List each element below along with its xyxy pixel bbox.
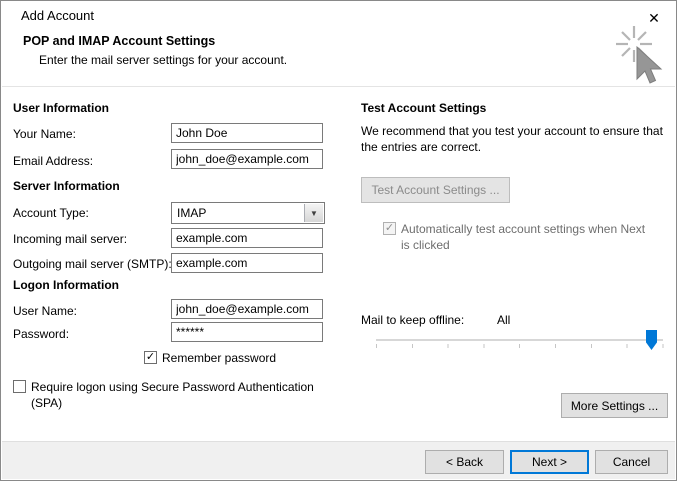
email-address-label: Email Address:: [13, 154, 94, 168]
page-subtitle: Enter the mail server settings for your …: [39, 53, 288, 67]
page-title: POP and IMAP Account Settings: [23, 34, 216, 48]
back-button-label: < Back: [445, 455, 484, 469]
window-title: Add Account: [21, 8, 94, 23]
section-test-account-settings: Test Account Settings: [361, 101, 487, 115]
spa-label: Require logon using Secure Password Auth…: [31, 380, 314, 410]
password-field[interactable]: [171, 322, 323, 342]
chevron-down-icon[interactable]: ▼: [304, 204, 323, 222]
next-button[interactable]: Next >: [510, 450, 589, 474]
test-account-settings-button-label: Test Account Settings ...: [371, 183, 500, 197]
user-name-label: User Name:: [13, 304, 78, 318]
auto-test-checkbox[interactable]: [383, 222, 396, 235]
your-name-label: Your Name:: [13, 127, 76, 141]
outgoing-server-field[interactable]: [171, 253, 323, 273]
mail-offline-label: Mail to keep offline:: [361, 313, 465, 327]
spa-checkbox[interactable]: [13, 380, 26, 393]
outgoing-server-label: Outgoing mail server (SMTP):: [13, 257, 172, 271]
cancel-button[interactable]: Cancel: [595, 450, 668, 474]
section-logon-information: Logon Information: [13, 278, 119, 292]
mail-offline-value: All: [497, 313, 511, 327]
section-server-information: Server Information: [13, 179, 120, 193]
user-name-field[interactable]: [171, 299, 323, 319]
password-label: Password:: [13, 327, 70, 341]
add-account-dialog: Add Account ✕ POP and IMAP Account Setti…: [0, 0, 677, 481]
header-divider: [2, 86, 675, 87]
more-settings-button[interactable]: More Settings ...: [561, 393, 668, 418]
your-name-field[interactable]: [171, 123, 323, 143]
mail-offline-slider-ticks: [376, 344, 664, 348]
remember-password-checkbox[interactable]: [144, 351, 157, 364]
back-button[interactable]: < Back: [425, 450, 504, 474]
account-type-dropdown[interactable]: IMAP ▼: [171, 202, 325, 224]
email-address-field[interactable]: [171, 149, 323, 169]
account-type-value: IMAP: [177, 206, 207, 220]
more-settings-button-label: More Settings ...: [570, 398, 659, 413]
remember-password-label: Remember password: [162, 351, 277, 365]
incoming-server-field[interactable]: [171, 228, 323, 248]
mail-offline-slider-track[interactable]: [376, 339, 663, 341]
cancel-button-label: Cancel: [612, 455, 651, 469]
busy-cursor-icon: [603, 25, 673, 90]
next-button-label: Next >: [531, 455, 567, 469]
test-account-settings-button[interactable]: Test Account Settings ...: [361, 177, 510, 203]
account-type-label: Account Type:: [13, 206, 89, 220]
incoming-server-label: Incoming mail server:: [13, 232, 128, 246]
section-user-information: User Information: [13, 101, 110, 115]
test-settings-description: We recommend that you test your account …: [361, 124, 663, 154]
auto-test-label: Automatically test account settings when…: [401, 222, 646, 252]
close-icon: ✕: [648, 9, 660, 26]
